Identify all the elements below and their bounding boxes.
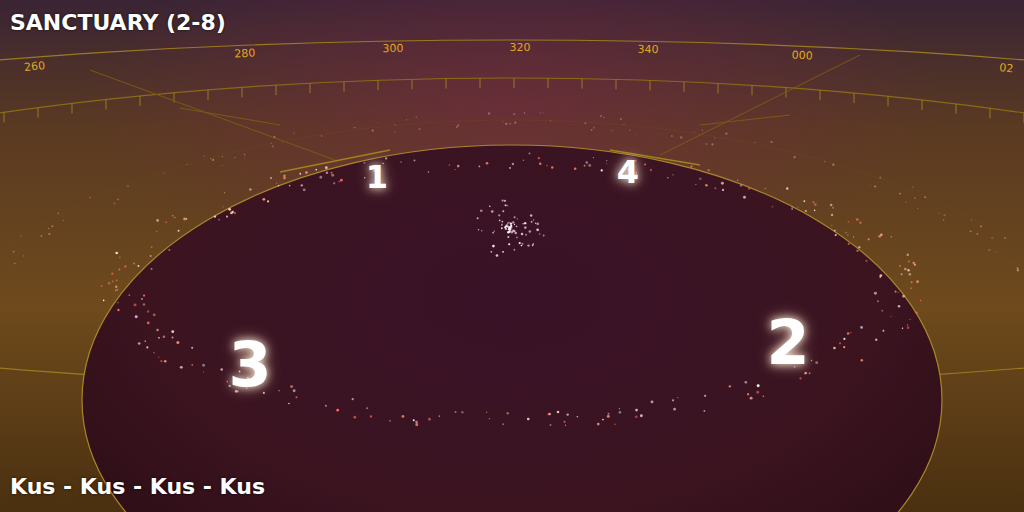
compass-ticks [0, 78, 1024, 128]
player-list: Kus - Kus - Kus - Kus [10, 474, 265, 500]
compass-label: 02 [999, 61, 1014, 75]
middle-ring [0, 120, 1024, 512]
start-position-marker[interactable]: 4 [613, 152, 643, 192]
map-screen: 260 280 300 320 340 000 02 1 2 3 4 SANCTUARY (2-8) K… [0, 0, 1024, 512]
tick-ring [0, 78, 1024, 512]
start-position-marker[interactable]: 2 [762, 308, 813, 378]
compass-labels: 260 280 300 320 340 000 02 [24, 41, 1014, 75]
compass-label: 320 [510, 41, 531, 54]
start-position-marker[interactable]: 1 [362, 157, 392, 197]
compass-label: 000 [791, 48, 813, 62]
start-position-marker[interactable]: 3 [224, 330, 275, 400]
play-area [82, 145, 942, 512]
compass-label: 260 [24, 59, 46, 74]
star-field [0, 112, 1024, 426]
sensor-map: 260 280 300 320 340 000 02 [0, 0, 1024, 512]
map-title: SANCTUARY (2-8) [10, 10, 226, 36]
compass-label: 300 [382, 42, 403, 55]
compass-label: 280 [234, 46, 256, 60]
compass-label: 340 [637, 43, 658, 56]
